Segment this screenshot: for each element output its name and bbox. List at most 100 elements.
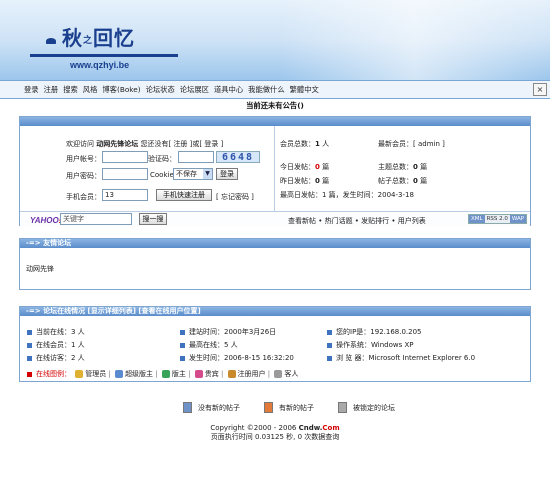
nav-blog[interactable]: 博客(Boke) (102, 85, 140, 95)
logo-title-small: 之 (83, 36, 94, 46)
nav-register[interactable]: 注册 (44, 85, 59, 95)
site-founded-text: 建站时间：2000年3月26日 (189, 328, 277, 336)
cookie-label: Cookie (150, 171, 174, 179)
brand-com: Com (322, 424, 340, 432)
peak-time-text: 发生时间：2006-8-15 16:32:20 (189, 354, 294, 362)
mobile-input[interactable]: 13 (102, 189, 148, 201)
nav-login[interactable]: 登录 (24, 85, 39, 95)
bullet-icon (27, 329, 32, 335)
nav-search[interactable]: 搜索 (63, 85, 78, 95)
vip-icon (194, 370, 203, 378)
welcome-mid: 您还没有 (140, 140, 169, 148)
legend-moderator: 版主 (171, 370, 186, 378)
captcha-input[interactable] (178, 151, 214, 163)
super-moderator-icon (115, 370, 124, 378)
user-browser: 浏 览 器：Microsoft Internet Explorer 6.0 (327, 353, 475, 363)
no-new-posts-label: 没有新的帖子 (198, 403, 240, 412)
peak-time: 发生时间：2006-8-15 16:32:20 (180, 353, 294, 363)
forum-status-legend: 没有新的帖子 有新的帖子 被锁定的论坛 (183, 402, 419, 413)
online-guests: 在线访客：2 人 (27, 353, 85, 363)
posts-value: 0 (413, 177, 418, 185)
footer-brand[interactable]: Cndw.Com (299, 424, 340, 432)
welcome-prefix: 欢迎访问 (66, 140, 94, 148)
top-nav: 登录 注册 搜索 风格 博客(Boke) 论坛状态 论坛展区 道具中心 我能做什… (0, 80, 550, 99)
register-link[interactable]: [ 注册 ] (168, 140, 192, 148)
rss-badge[interactable]: RSS 2.0 (484, 215, 510, 223)
user-browser-text: 浏 览 器：Microsoft Internet Explorer 6.0 (336, 354, 476, 362)
no-new-posts-item: 没有新的帖子 (183, 402, 240, 413)
captcha-image[interactable]: 6648 (216, 151, 260, 163)
keyword-input[interactable]: 关键字 (60, 213, 132, 225)
bullet-icon (27, 342, 32, 348)
login-panel: 欢迎访问 动网先锋论坛 您还没有[ 注册 ]或[ 登录 ] 用户帐号： 验证码：… (19, 116, 531, 226)
bullet-icon (327, 342, 332, 348)
yahoo-text: YAHOO (30, 216, 59, 225)
locked-forum-icon (338, 402, 347, 413)
announcement[interactable]: 当前还未有公告() (0, 101, 550, 111)
login-link[interactable]: [ 登录 ] (199, 140, 223, 148)
bullet-icon (327, 329, 332, 335)
close-icon[interactable]: × (533, 83, 547, 96)
logo-underline (30, 54, 178, 57)
quick-register-button[interactable]: 手机快速注册 (156, 189, 212, 201)
peak-posts: 最高日发帖：1 篇，发生时间：2004-3-18 (280, 191, 414, 199)
online-legend: 在线图例： 管理员 | 超级版主 | 版主 | 贵宾 | 注册用户 | 客人 (27, 369, 298, 379)
nav-forum-status[interactable]: 论坛状态 (146, 85, 175, 95)
site-founded: 建站时间：2000年3月26日 (180, 327, 276, 337)
legend-bullet-icon (27, 371, 32, 377)
quick-links[interactable]: 查看新帖 • 热门话题 • 发贴排行 • 用户列表 (288, 216, 426, 226)
topics-label: 主题总数： (378, 163, 413, 171)
friend-forums-header: -=> 友情论坛 (20, 239, 530, 248)
nav-traditional-chinese[interactable]: 繁體中文 (290, 85, 319, 95)
account-input[interactable] (102, 151, 148, 163)
captcha-label: 验证码： (148, 155, 176, 163)
yesterday-posts: 昨日发帖：0 篇 (280, 176, 329, 186)
forgot-password-link[interactable]: [ 忘记密码 ] (216, 192, 254, 202)
yesterday-value: 0 (315, 177, 320, 185)
nav-help[interactable]: 我能做什么 (248, 85, 284, 95)
nav-forum-showcase[interactable]: 论坛展区 (180, 85, 209, 95)
new-posts-label: 有新的帖子 (279, 403, 314, 412)
online-panel: -=> 论坛在线情况 [显示详细列表] [查看在线用户位置] 当前在线：3 人 … (19, 306, 531, 382)
mobile-label: 手机会员： (66, 193, 101, 201)
today-value: 0 (315, 163, 320, 171)
search-button[interactable]: 搜一搜 (139, 213, 167, 225)
search-bar: YAHOO! 关键字 搜一搜 查看新帖 • 热门话题 • 发贴排行 • 用户列表… (20, 211, 530, 226)
online-current: 当前在线：3 人 (27, 327, 85, 337)
online-members-text: 在线会员：1 人 (36, 341, 85, 349)
topics-total: 主题总数：0 篇 (378, 162, 427, 172)
cookie-select-value: 不保存 (176, 170, 197, 178)
site-banner: 秋之回忆 www.qzhyi.be (0, 0, 550, 80)
new-posts-item: 有新的帖子 (264, 402, 314, 413)
members-unit: 人 (322, 140, 330, 148)
peak-online: 最高在线：5 人 (180, 340, 238, 350)
online-header[interactable]: -=> 论坛在线情况 [显示详细列表] [查看在线用户位置] (20, 307, 530, 316)
members-value: 1 (315, 140, 320, 148)
moderator-icon (161, 370, 170, 378)
site-logo[interactable]: 秋之回忆 (62, 22, 135, 51)
login-form: 欢迎访问 动网先锋论坛 您还没有[ 注册 ]或[ 登录 ] 用户帐号： 验证码：… (20, 126, 275, 218)
yahoo-logo[interactable]: YAHOO! (30, 216, 61, 225)
forum-stats: 会员总数：1 人 最新会员：[ admin ] 今日发帖：0 篇 主题总数：0 … (276, 126, 530, 218)
cookie-select[interactable]: 不保存 ▼ (173, 168, 213, 180)
welcome-line: 欢迎访问 动网先锋论坛 您还没有[ 注册 ]或[ 登录 ] (66, 139, 223, 149)
wap-badge[interactable]: WAP (509, 215, 527, 223)
today-unit: 篇 (322, 163, 330, 171)
admin-icon (75, 370, 84, 378)
logo-title-main: 秋 (62, 26, 83, 50)
nav-item-center[interactable]: 道具中心 (214, 85, 243, 95)
friend-forum-link[interactable]: 动网先锋 (26, 264, 54, 274)
legend-admin: 管理员 (85, 370, 107, 378)
nav-style[interactable]: 风格 (83, 85, 98, 95)
members-label: 会员总数： (280, 140, 315, 148)
password-input[interactable] (102, 168, 148, 180)
newest-value[interactable]: [ admin ] (413, 140, 445, 148)
xml-badge[interactable]: XML (469, 215, 485, 223)
topics-value: 0 (413, 163, 418, 171)
today-posts: 今日发帖：0 篇 (280, 162, 329, 172)
no-new-posts-icon (183, 402, 192, 413)
login-button[interactable]: 登录 (216, 168, 238, 180)
online-members: 在线会员：1 人 (27, 340, 85, 350)
feed-badges: XML RSS 2.0 WAP (468, 214, 528, 224)
members-total: 会员总数：1 人 (280, 139, 329, 149)
